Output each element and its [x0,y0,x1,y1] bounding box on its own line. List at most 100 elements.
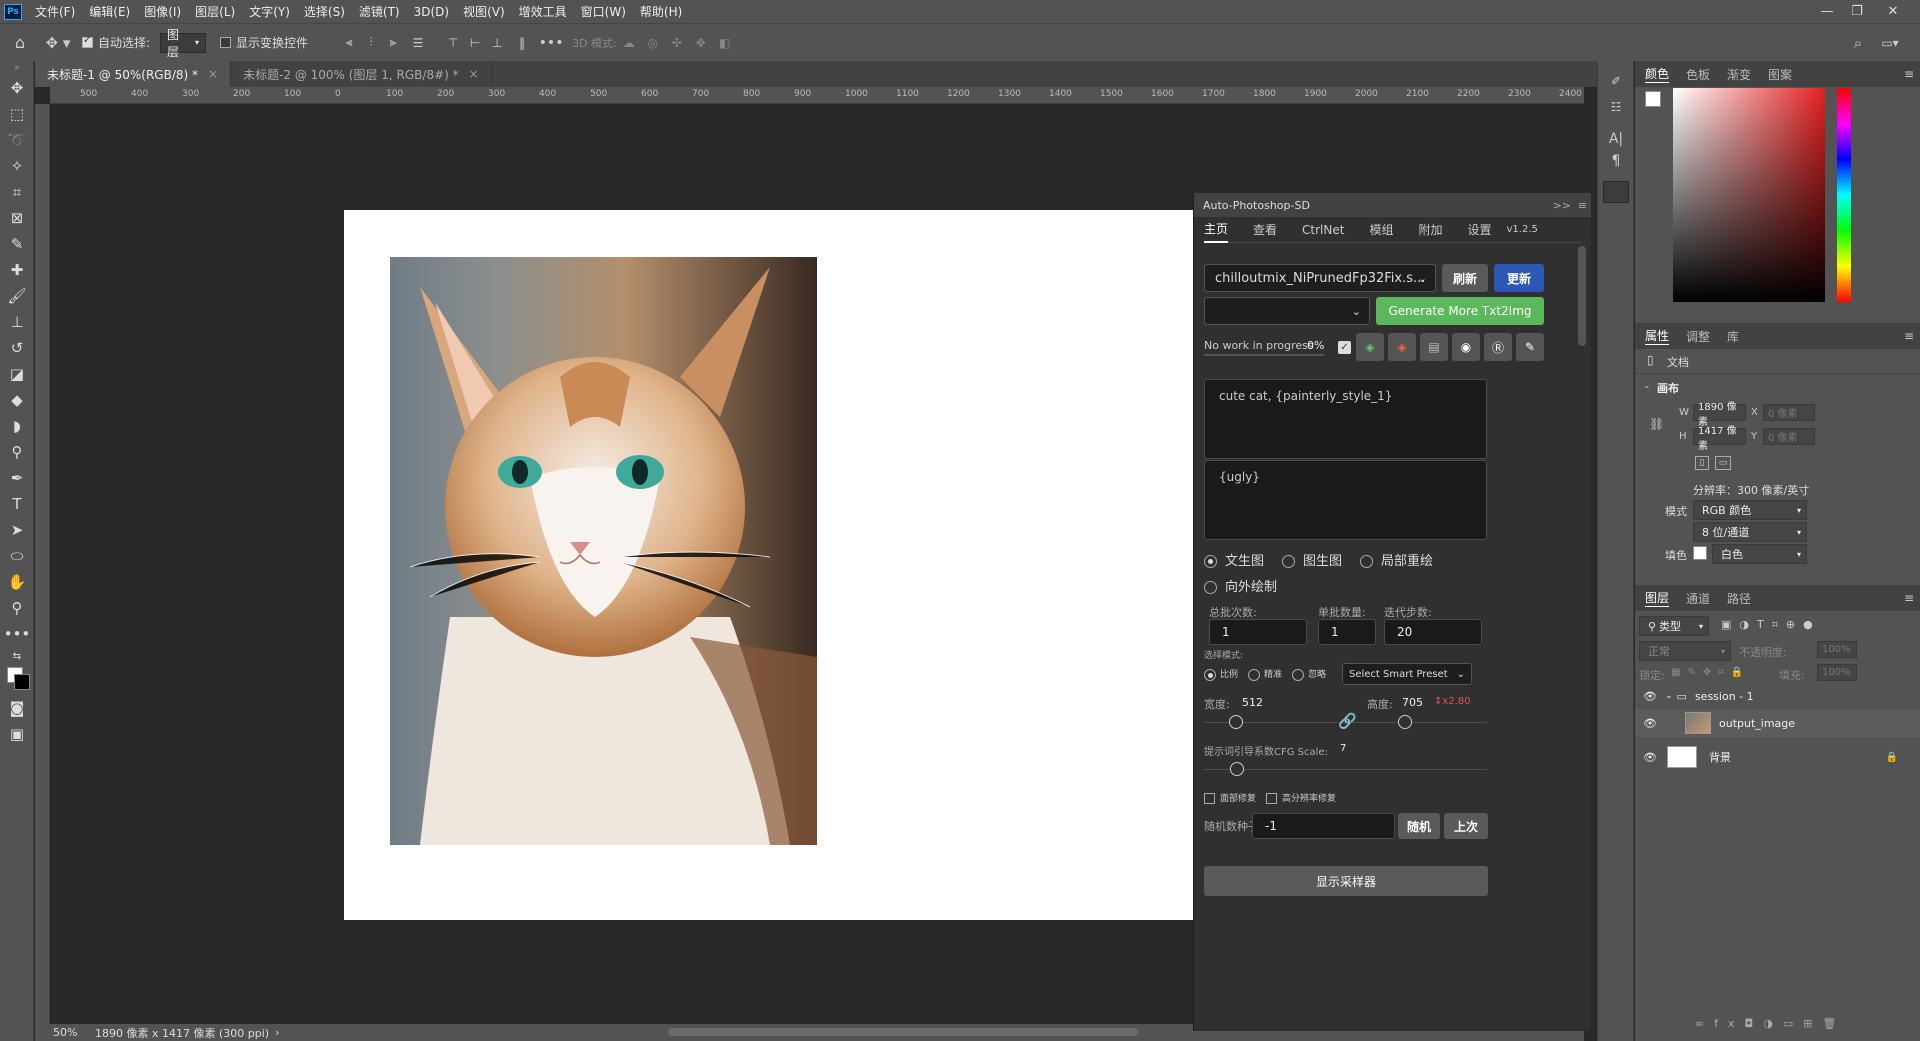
random-seed-button[interactable]: 随机 [1398,813,1440,839]
update-button[interactable]: 更新 [1494,264,1544,292]
opacity-input[interactable]: 100% [1817,641,1857,658]
face-restore-option[interactable]: 面部修复 [1204,791,1256,804]
x-input[interactable]: 0 像素 [1763,404,1815,421]
foreground-swatch[interactable] [1645,91,1661,107]
zoom-level[interactable]: 50% [53,1026,89,1039]
tab-home[interactable]: 主页 [1204,216,1229,243]
move-tool-icon[interactable]: ✥ ▾ [40,34,76,52]
doc-tab-2[interactable]: 未标题-2 @ 100% (图层 1, RGB/8#) * × [231,61,492,87]
menu-file[interactable]: 文件(F) [28,3,82,20]
collapse-icon[interactable]: >> [1553,199,1571,212]
align-center-icon[interactable]: ⫶ [360,35,382,50]
more-options-icon[interactable]: ••• [536,35,566,51]
tab-paths[interactable]: 路径 [1727,590,1751,607]
auto-select-checkbox[interactable] [82,35,93,48]
align-top-icon[interactable]: ⊤ [442,36,464,50]
chain-link-icon[interactable]: ⛓ [1649,417,1664,431]
portrait-icon[interactable]: ▯ [1695,456,1709,470]
panel-menu-icon[interactable]: ≡ [1578,199,1587,212]
menu-image[interactable]: 图像(I) [137,3,188,20]
landscape-icon[interactable]: ▭ [1715,456,1731,470]
crop-tool-icon[interactable]: ⌗ [0,179,34,205]
shape-tool-icon[interactable]: ⬭ [0,543,34,569]
marquee-tool-icon[interactable]: ⬚ [0,101,34,127]
adjustments-icon[interactable]: ☷ [1606,97,1626,117]
width-input[interactable]: 1890 像素 [1693,402,1746,428]
more-tools-icon[interactable]: ••• [0,621,34,647]
mode-txt2img[interactable]: 文生图 [1204,550,1264,569]
panel-menu-icon[interactable]: ≡ [1904,329,1914,343]
3d-pan-icon[interactable]: ✣ [665,36,689,50]
smart-preset-dropdown[interactable]: Select Smart Preset ⌄ [1342,663,1472,685]
tab-channels[interactable]: 通道 [1686,590,1710,607]
collapse-icon[interactable]: » [0,61,34,75]
hand-tool-icon[interactable]: ✋ [0,569,34,595]
menu-help[interactable]: 帮助(H) [633,3,689,20]
mode-inpaint[interactable]: 局部重绘 [1360,550,1433,569]
brush-tool-icon[interactable]: 🖌 [0,283,34,309]
tab-settings[interactable]: 设置 [1467,217,1491,242]
minimize-button[interactable]: — [1814,0,1840,23]
home-icon[interactable]: ⌂ [0,33,40,52]
tab-properties[interactable]: 属性 [1645,327,1670,345]
menu-select[interactable]: 选择(S) [297,3,352,20]
align-left-icon[interactable]: ⫷ [338,35,360,50]
menu-3d[interactable]: 3D(D) [407,5,456,19]
menu-type[interactable]: 文字(Y) [242,3,297,20]
menu-layer[interactable]: 图层(L) [188,3,242,20]
bit-depth-select[interactable]: 8 位/通道 ▾ [1693,522,1807,542]
blur-tool-icon[interactable]: ◗ [0,413,34,439]
3d-scale-icon[interactable]: ◧ [713,36,737,50]
secondary-dropdown[interactable]: ⌄ [1204,297,1370,325]
tab-layers[interactable]: 图层 [1645,589,1670,607]
eraser-tool-icon[interactable]: ◪ [0,361,34,387]
layer-filter-icons[interactable]: ▣◑T⌗⊕● [1721,618,1821,632]
layer-row[interactable]: 👁 ⌄ ▭ session - 1 [1635,682,1920,710]
tab-swatches[interactable]: 色板 [1686,66,1710,83]
menu-edit[interactable]: 编辑(E) [82,3,137,20]
checkbox-icon[interactable]: ✓ [1338,341,1351,354]
document-canvas[interactable] [344,210,1224,920]
show-sampler-button[interactable]: 显示采样器 [1204,866,1488,896]
align-middle-icon[interactable]: ⊢ [464,36,486,50]
distribute-icon[interactable]: ☰ [404,36,432,50]
frame-tool-icon[interactable]: ⊠ [0,205,34,231]
screen-mode-icon[interactable]: ▣ [0,721,34,747]
align-bottom-icon[interactable]: ⊥ [486,36,508,50]
quick-mask-icon[interactable]: ◙ [0,695,34,721]
eye-icon[interactable]: 👁 [1643,717,1659,730]
horizontal-scrollbar[interactable] [668,1028,1138,1036]
mode-img2img[interactable]: 图生图 [1282,550,1342,569]
distribute-vertical-icon[interactable]: ‖ [508,36,536,50]
color-picker-field[interactable] [1673,88,1825,302]
tab-adjustments[interactable]: 调整 [1686,328,1710,345]
fill-swatch[interactable] [1693,546,1707,560]
fill-input[interactable]: 100% [1817,664,1857,681]
batch-size-input[interactable]: 1 [1318,619,1376,645]
tab-extras[interactable]: 附加 [1418,217,1442,242]
tab-libraries[interactable]: 库 [1727,328,1739,345]
layers-green-icon[interactable]: ◈ [1356,333,1384,361]
panel-menu-icon[interactable]: ≡ [1904,67,1914,81]
batch-count-input[interactable]: 1 [1209,619,1307,645]
eye-icon[interactable]: 👁 [1643,690,1659,703]
layer-row[interactable]: 👁 背景 🔒 [1635,743,1920,771]
menu-view[interactable]: 视图(V) [456,3,512,20]
status-arrow-icon[interactable]: › [275,1026,279,1039]
history-brush-tool-icon[interactable]: ↺ [0,335,34,361]
auto-select-dropdown[interactable]: 图层 ▾ [160,28,207,59]
swap-colors-icon[interactable]: ⇆ [0,647,34,665]
restore-button[interactable]: ❐ [1844,0,1870,23]
close-button[interactable]: ✕ [1880,0,1906,23]
color-swatches[interactable] [0,665,34,695]
mode-outpaint[interactable]: 向外绘制 [1204,576,1277,595]
last-seed-button[interactable]: 上次 [1444,813,1488,839]
link-icon[interactable]: 🔗 [1338,712,1357,730]
close-tab-icon[interactable]: × [469,67,479,81]
plugin-scrollbar[interactable] [1578,246,1586,346]
tab-view[interactable]: 查看 [1253,217,1277,242]
select-mode-precise[interactable]: 精准 [1248,667,1282,681]
height-input[interactable]: 1417 像素 [1693,426,1746,452]
tab-gradients[interactable]: 渐变 [1727,66,1751,83]
lasso-tool-icon[interactable]: ➰ [0,127,34,153]
